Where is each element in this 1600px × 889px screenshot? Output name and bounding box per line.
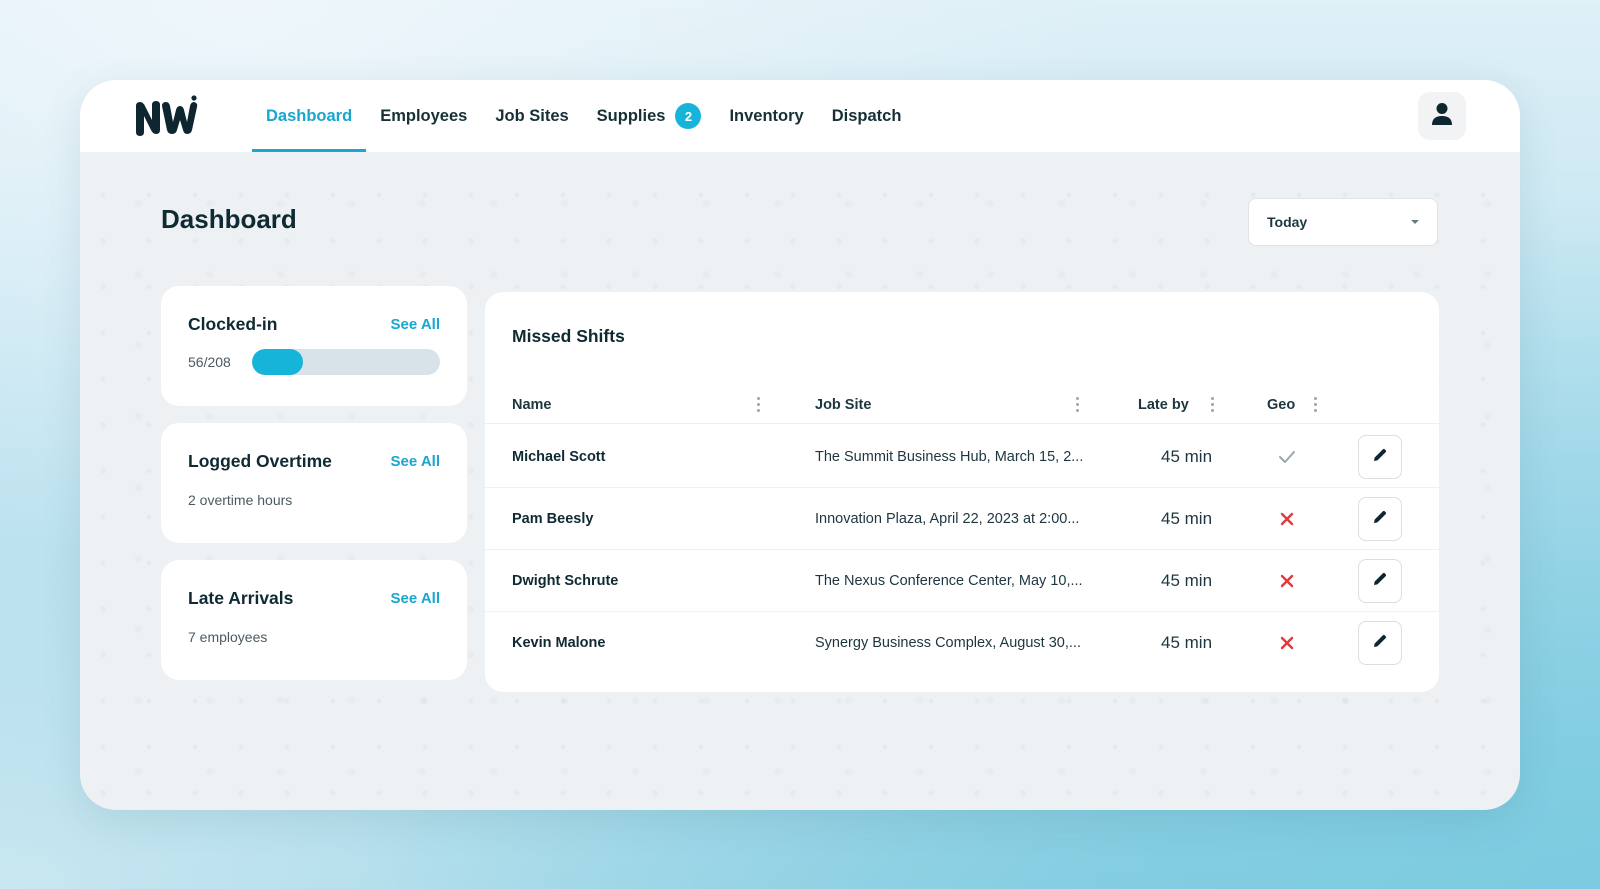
date-range-value: Today (1267, 214, 1308, 230)
employee-name: Kevin Malone (512, 634, 606, 651)
nav-job-sites[interactable]: Job Sites (481, 80, 582, 152)
pencil-icon (1372, 509, 1388, 530)
column-menu-icon[interactable] (751, 394, 765, 414)
clocked-in-count: 56/208 (188, 354, 231, 370)
table-row: Dwight Schrute The Nexus Conference Cente… (485, 549, 1439, 612)
see-all-overtime-link[interactable]: See All (391, 453, 440, 470)
geo-fail-icon (1275, 611, 1299, 674)
brand-logo[interactable] (132, 93, 200, 139)
employee-name: Michael Scott (512, 448, 606, 465)
column-menu-icon[interactable] (1070, 394, 1084, 414)
logged-overtime-card: Logged Overtime See All 2 overtime hours (161, 423, 467, 543)
column-header-name[interactable]: Name (512, 386, 552, 424)
missed-shifts-card: Missed Shifts Name Job Site Late by Geo … (485, 292, 1439, 692)
column-menu-icon[interactable] (1308, 394, 1322, 414)
clocked-in-card: Clocked-in See All 56/208 (161, 286, 467, 406)
column-header-job-site[interactable]: Job Site (815, 386, 871, 424)
missed-shifts-title: Missed Shifts (512, 326, 625, 346)
nav-employees[interactable]: Employees (366, 80, 481, 152)
employee-name: Pam Beesly (512, 510, 594, 527)
nav-label: Dashboard (266, 106, 353, 125)
nav-label: Employees (380, 106, 468, 125)
page-title: Dashboard (161, 204, 297, 234)
pencil-icon (1372, 447, 1388, 468)
nav-dispatch[interactable]: Dispatch (818, 80, 916, 152)
late-by-value: 45 min (1161, 508, 1213, 528)
job-site: The Nexus Conference Center, May 10,... (815, 572, 1083, 589)
table-header: Name Job Site Late by Geo (485, 386, 1439, 424)
table-row: Michael Scott The Summit Business Hub, Ma… (485, 425, 1439, 488)
employee-name: Dwight Schrute (512, 572, 619, 589)
geo-check-icon (1275, 425, 1299, 488)
clocked-in-progress-bar (252, 349, 440, 375)
late-by-value: 45 min (1161, 632, 1213, 652)
column-header-geo[interactable]: Geo (1267, 386, 1295, 424)
nav-supplies[interactable]: Supplies 2 (583, 80, 716, 152)
column-header-late-by[interactable]: Late by (1138, 386, 1189, 424)
nav-label: Inventory (729, 106, 804, 125)
nav-label: Dispatch (831, 106, 902, 125)
table-row: Kevin Malone Synergy Business Complex, Au… (485, 611, 1439, 674)
caret-down-icon (1411, 220, 1419, 224)
nav-label: Job Sites (495, 106, 569, 125)
late-arrivals-card: Late Arrivals See All 7 employees (161, 560, 467, 680)
app-window: Dashboard Employees Job Sites Supplies 2 … (80, 80, 1520, 810)
card-title: Logged Overtime (188, 451, 332, 471)
job-site: Synergy Business Complex, August 30,... (815, 634, 1081, 651)
geo-fail-icon (1275, 549, 1299, 612)
table-body: Michael Scott The Summit Business Hub, Ma… (485, 425, 1439, 692)
pencil-icon (1372, 571, 1388, 592)
card-title: Clocked-in (188, 314, 278, 334)
geo-fail-icon (1275, 487, 1299, 550)
supplies-count-badge: 2 (675, 103, 702, 129)
column-menu-icon[interactable] (1205, 394, 1219, 414)
card-title: Late Arrivals (188, 588, 294, 608)
main-nav: Dashboard Employees Job Sites Supplies 2 … (252, 80, 915, 152)
nav-inventory[interactable]: Inventory (715, 80, 817, 152)
top-navigation-bar: Dashboard Employees Job Sites Supplies 2 … (80, 80, 1520, 152)
user-icon (1431, 102, 1453, 131)
job-site: Innovation Plaza, April 22, 2023 at 2:00… (815, 510, 1080, 527)
late-by-value: 45 min (1161, 446, 1213, 466)
table-row: Pam Beesly Innovation Plaza, April 22, 20… (485, 487, 1439, 550)
date-range-select[interactable]: Today (1248, 198, 1438, 246)
pencil-icon (1372, 633, 1388, 654)
job-site: The Summit Business Hub, March 15, 2... (815, 448, 1084, 465)
edit-button[interactable] (1358, 435, 1402, 479)
edit-button[interactable] (1358, 621, 1402, 665)
see-all-late-link[interactable]: See All (391, 590, 440, 607)
progress-fill (252, 349, 303, 375)
see-all-clocked-in-link[interactable]: See All (391, 316, 440, 333)
nav-dashboard[interactable]: Dashboard (252, 80, 367, 152)
late-by-value: 45 min (1161, 570, 1213, 590)
edit-button[interactable] (1358, 497, 1402, 541)
edit-button[interactable] (1358, 559, 1402, 603)
overtime-summary: 2 overtime hours (188, 492, 293, 508)
late-summary: 7 employees (188, 629, 268, 645)
user-profile-button[interactable] (1418, 92, 1466, 140)
nav-label: Supplies (596, 106, 666, 125)
